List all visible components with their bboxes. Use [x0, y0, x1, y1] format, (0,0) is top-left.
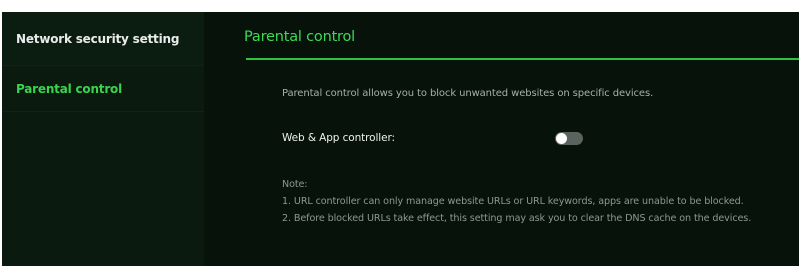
main-panel: Parental control Parental control allows… — [204, 12, 799, 266]
sidebar-item-label: Parental control — [16, 82, 123, 96]
sidebar-item-parental-control[interactable]: Parental control — [2, 66, 204, 112]
sidebar: Network security setting Parental contro… — [2, 12, 204, 266]
web-app-controller-toggle[interactable] — [555, 132, 583, 145]
app-window: Network security setting Parental contro… — [2, 12, 799, 266]
sidebar-item-network-security-setting[interactable]: Network security setting — [2, 12, 204, 66]
toggle-knob — [556, 133, 567, 144]
description-text: Parental control allows you to block unw… — [282, 88, 654, 99]
note-line: 2. Before blocked URLs take effect, this… — [282, 213, 752, 224]
title-underline — [246, 58, 799, 60]
note-heading: Note: — [282, 179, 308, 190]
page-title: Parental control — [244, 29, 356, 45]
note-line: 1. URL controller can only manage websit… — [282, 196, 744, 207]
sidebar-item-label: Network security setting — [16, 31, 180, 46]
web-app-controller-label: Web & App controller: — [282, 132, 395, 144]
